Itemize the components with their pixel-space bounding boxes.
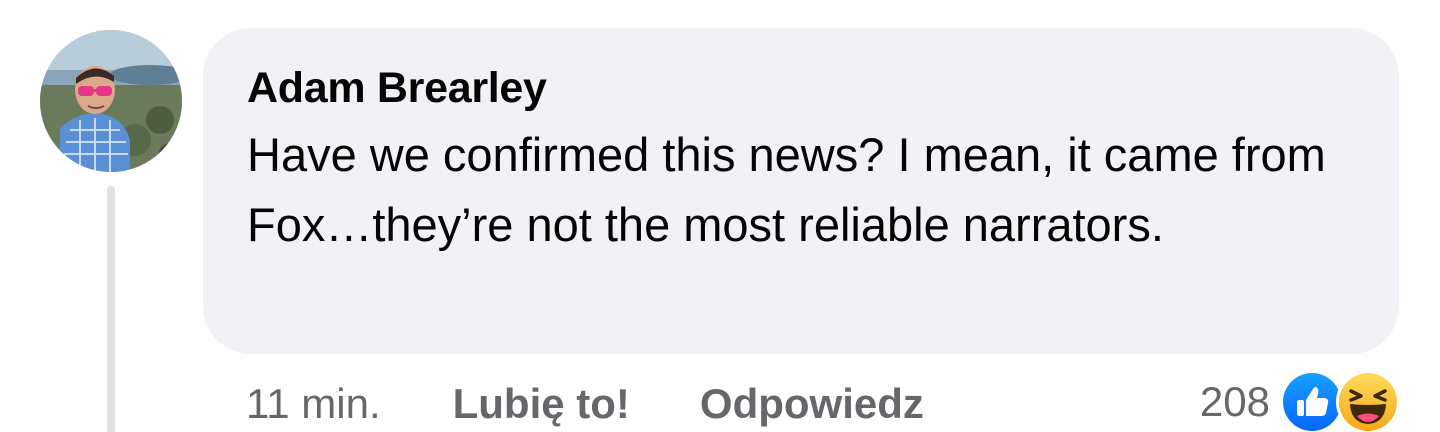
like-button[interactable]: Lubię to! xyxy=(453,380,630,428)
comment-author[interactable]: Adam Brearley xyxy=(247,60,1359,116)
comment-block: Adam Brearley Have we confirmed this new… xyxy=(0,0,1440,432)
comment-text: Have we confirmed this news? I mean, it … xyxy=(247,128,1326,251)
reaction-icons xyxy=(1280,370,1400,432)
reply-button[interactable]: Odpowiedz xyxy=(700,380,924,428)
like-reaction-icon xyxy=(1280,370,1344,432)
comment-timestamp[interactable]: 11 min. xyxy=(246,380,381,428)
thread-line xyxy=(107,186,115,432)
reaction-count: 208 xyxy=(1199,378,1270,425)
reactions-summary[interactable]: 208 xyxy=(1199,370,1400,432)
avatar[interactable] xyxy=(40,30,182,172)
comment-bubble: Adam Brearley Have we confirmed this new… xyxy=(203,28,1399,354)
comment-actions: 11 min. Lubię to! Odpowiedz xyxy=(246,376,994,432)
haha-reaction-icon xyxy=(1336,370,1400,432)
avatar-photo xyxy=(40,30,182,172)
